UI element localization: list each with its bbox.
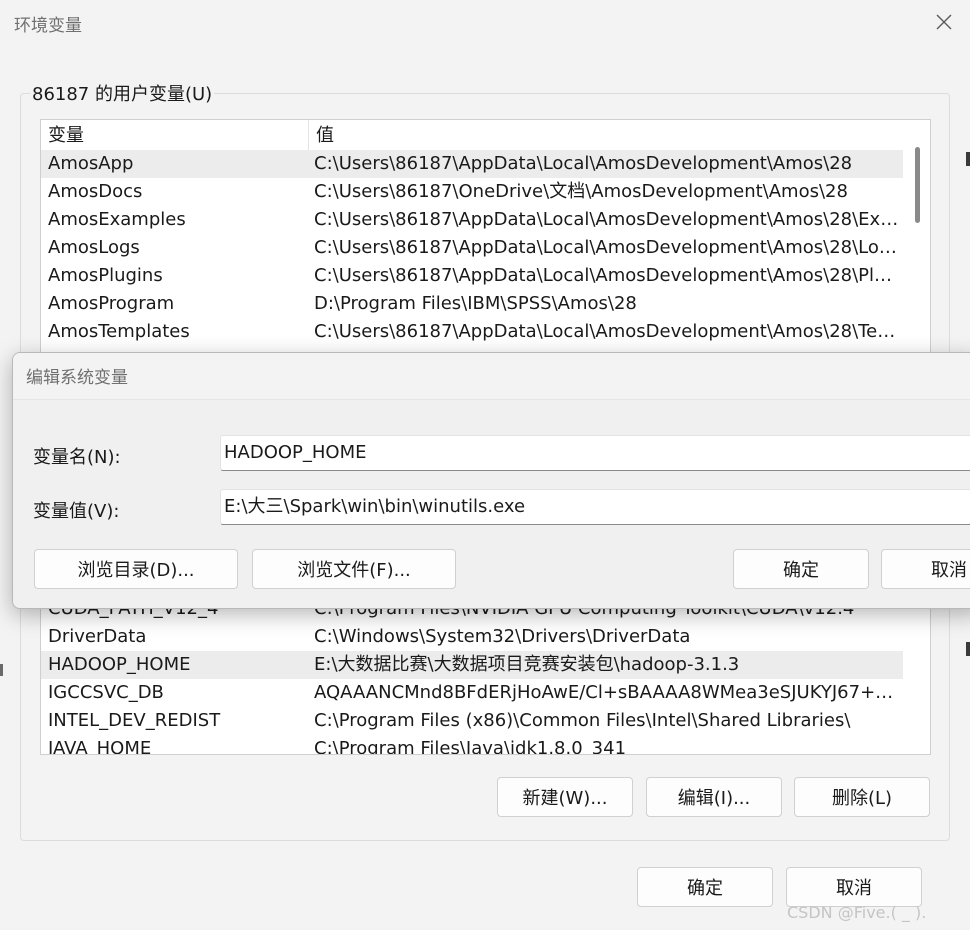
dialog-ok-button[interactable]: 确定 <box>733 549 869 589</box>
table-row[interactable]: AmosDocs C:\Users\86187\OneDrive\文档\Amos… <box>41 178 903 206</box>
table-row[interactable]: AmosProgram D:\Program Files\IBM\SPSS\Am… <box>41 290 903 318</box>
column-header-variable[interactable]: 变量 <box>41 120 307 150</box>
row-value: C:\Users\86187\AppData\Local\AmosDevelop… <box>314 209 899 230</box>
row-name: AmosProgram <box>48 293 175 314</box>
edit-system-variable-dialog: 编辑系统变量 变量名(N): HADOOP_HOME 变量值(V): E:\大三… <box>12 352 970 609</box>
table-row[interactable]: DriverData C:\Windows\System32\Drivers\D… <box>41 623 903 651</box>
table-row[interactable]: JAVA_HOME C:\Program Files\Java\jdk1.8.0… <box>41 735 903 755</box>
row-name: INTEL_DEV_REDIST <box>48 710 221 731</box>
row-value: E:\大数据比赛\大数据项目竞赛安装包\hadoop-3.1.3 <box>314 654 740 675</box>
row-name: AmosTemplates <box>48 321 190 342</box>
row-name: AmosPlugins <box>48 265 163 286</box>
row-value: C:\Users\86187\AppData\Local\AmosDevelop… <box>314 265 899 286</box>
window-title: 环境变量 <box>14 16 82 36</box>
table-row[interactable]: AmosPlugins C:\Users\86187\AppData\Local… <box>41 262 903 290</box>
row-value: C:\Users\86187\AppData\Local\AmosDevelop… <box>314 237 899 258</box>
row-value: C:\Users\86187\AppData\Local\AmosDevelop… <box>314 321 899 342</box>
row-name: IGCCSVC_DB <box>48 682 164 703</box>
browse-file-button[interactable]: 浏览文件(F)... <box>252 549 456 589</box>
edge-artifact <box>966 152 970 166</box>
cancel-button[interactable]: 取消 <box>786 867 922 907</box>
table-row[interactable]: INTEL_DEV_REDIST C:\Program Files (x86)\… <box>41 707 903 735</box>
ok-button[interactable]: 确定 <box>637 867 773 907</box>
close-icon <box>936 14 952 30</box>
delete-variable-button[interactable]: 删除(L) <box>794 777 930 817</box>
browse-directory-button[interactable]: 浏览目录(D)... <box>34 549 238 589</box>
column-header-value[interactable]: 值 <box>308 120 903 150</box>
edge-artifact <box>0 664 3 676</box>
row-value: AQAAANCMnd8BFdERjHoAwE/Cl+sBAAAA8WMea3eS… <box>314 682 899 703</box>
close-button[interactable] <box>926 4 962 40</box>
row-value: C:\Program Files (x86)\Common Files\Inte… <box>314 710 851 731</box>
edge-artifact <box>966 642 970 656</box>
table-header: 变量 值 <box>41 120 903 150</box>
new-variable-button[interactable]: 新建(W)... <box>497 777 633 817</box>
row-value: C:\Users\86187\OneDrive\文档\AmosDevelopme… <box>314 181 848 202</box>
dialog-body: 变量名(N): HADOOP_HOME 变量值(V): E:\大三\Spark\… <box>13 399 970 608</box>
row-value: C:\Program Files\Java\jdk1.8.0_341 <box>314 738 627 755</box>
edit-variable-button[interactable]: 编辑(I)... <box>646 777 782 817</box>
row-name: AmosApp <box>48 153 134 174</box>
row-value: C:\Windows\System32\Drivers\DriverData <box>314 626 691 647</box>
dialog-title: 编辑系统变量 <box>26 368 128 388</box>
row-name: JAVA_HOME <box>48 738 152 755</box>
user-variables-label: 86187 的用户变量(U) <box>30 80 215 106</box>
variable-value-input[interactable]: E:\大三\Spark\win\bin\winutils.exe <box>220 489 970 525</box>
row-name: DriverData <box>48 626 147 647</box>
row-name: AmosDocs <box>48 181 143 202</box>
variable-name-input[interactable]: HADOOP_HOME <box>220 435 970 471</box>
dialog-cancel-button[interactable]: 取消 <box>881 549 970 589</box>
dialog-titlebar[interactable]: 编辑系统变量 <box>13 353 970 399</box>
row-name: AmosLogs <box>48 237 140 258</box>
row-name: HADOOP_HOME <box>48 654 191 675</box>
watermark: CSDN @Five.( _ ). <box>787 903 927 922</box>
row-name: AmosExamples <box>48 209 186 230</box>
variable-value-label: 变量值(V): <box>33 501 120 522</box>
table-row[interactable]: AmosExamples C:\Users\86187\AppData\Loca… <box>41 206 903 234</box>
table-row[interactable]: AmosApp C:\Users\86187\AppData\Local\Amo… <box>41 150 903 178</box>
row-value: D:\Program Files\IBM\SPSS\Amos\28 <box>314 293 637 314</box>
row-value: C:\Users\86187\AppData\Local\AmosDevelop… <box>314 153 853 174</box>
table-row[interactable]: AmosLogs C:\Users\86187\AppData\Local\Am… <box>41 234 903 262</box>
variable-name-label: 变量名(N): <box>33 447 121 468</box>
table-row[interactable]: AmosTemplates C:\Users\86187\AppData\Loc… <box>41 318 903 346</box>
table-row[interactable]: HADOOP_HOME E:\大数据比赛\大数据项目竞赛安装包\hadoop-3… <box>41 651 903 679</box>
table-row[interactable]: IGCCSVC_DB AQAAANCMnd8BFdERjHoAwE/Cl+sBA… <box>41 679 903 707</box>
table-scrollbar-thumb[interactable] <box>915 147 920 223</box>
